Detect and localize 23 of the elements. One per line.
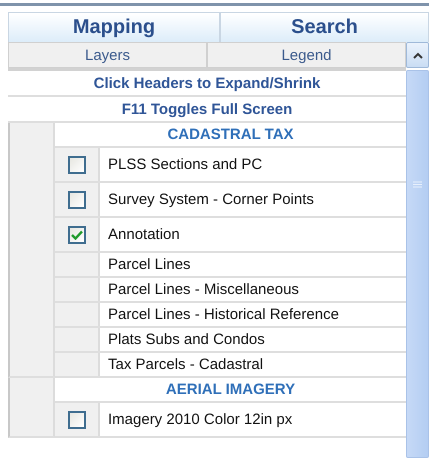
checkbox[interactable]: [68, 190, 86, 208]
checkbox[interactable]: [68, 156, 86, 174]
hint-text: Click Headers to Expand/Shrink: [8, 71, 406, 97]
layer-name[interactable]: Imagery 2010 Color 12in px: [100, 403, 292, 436]
sub-tab[interactable]: Layers: [8, 42, 207, 68]
main-tab[interactable]: Mapping: [8, 12, 220, 42]
layer-name[interactable]: PLSS Sections and PC: [100, 148, 262, 181]
layer-name[interactable]: Plats Subs and Condos: [100, 328, 265, 351]
layer-name[interactable]: Survey System - Corner Points: [100, 183, 314, 216]
sub-tab[interactable]: Legend: [207, 42, 406, 68]
checkbox[interactable]: [68, 226, 86, 244]
checkbox[interactable]: [68, 410, 86, 428]
main-tab[interactable]: Search: [220, 12, 429, 42]
layer-name[interactable]: Parcel Lines: [100, 253, 191, 276]
checkmark-icon: [70, 230, 82, 240]
layer-name[interactable]: Parcel Lines - Historical Reference: [100, 303, 339, 326]
up-caret-icon: [412, 52, 422, 58]
layer-name[interactable]: Parcel Lines - Miscellaneous: [100, 278, 299, 301]
scroll-up-button[interactable]: [406, 42, 429, 68]
layer-name[interactable]: Annotation: [100, 218, 180, 251]
layer-name[interactable]: Tax Parcels - Cadastral: [100, 353, 264, 376]
scrollbar-thumb[interactable]: [406, 70, 429, 458]
grip-icon: [413, 181, 422, 188]
